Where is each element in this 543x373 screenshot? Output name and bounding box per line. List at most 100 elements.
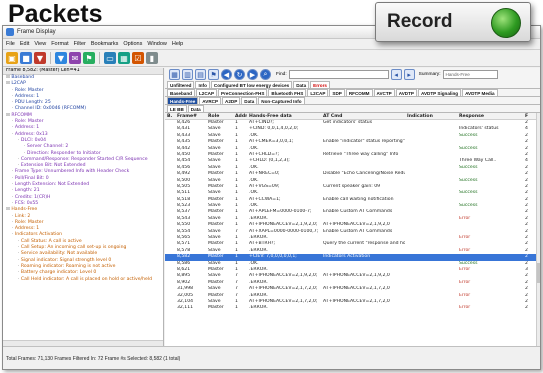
tree-node-label: Address: 1 bbox=[14, 125, 40, 131]
refresh-icon[interactable]: ↻ bbox=[234, 69, 245, 80]
tab-a2dp[interactable]: A2DP bbox=[222, 97, 241, 104]
tree-node-label: Poll/Final Bit: 0 bbox=[14, 175, 49, 181]
tree-node-label: Credits: 1(CR)H bbox=[14, 194, 51, 200]
tab-hands-free[interactable]: Hands-Free bbox=[167, 97, 199, 104]
tree-node-label: DLCI: 0x04 bbox=[20, 137, 47, 143]
tab-data[interactable]: Data bbox=[293, 81, 310, 88]
filter-icon[interactable]: ▼ bbox=[34, 52, 46, 64]
tab-non-captured-info[interactable]: Non-Captured Info bbox=[258, 97, 305, 104]
tree-node-label: Role: Master bbox=[14, 119, 44, 125]
grid-icon[interactable]: ▤ bbox=[195, 69, 206, 80]
tab-data[interactable]: Data bbox=[241, 97, 258, 104]
save-icon[interactable]: ■ bbox=[20, 52, 32, 64]
menu-item-edit[interactable]: Edit bbox=[20, 41, 29, 47]
tree-node-label: Address: 0x13 bbox=[14, 131, 48, 137]
table-row[interactable]: 32,111 Master 1 .ERROR. Error 2 bbox=[165, 305, 540, 311]
tab-rfcomm[interactable]: RFCOMM bbox=[345, 89, 373, 96]
menu-item-file[interactable]: File bbox=[6, 41, 15, 47]
tab-sdp[interactable]: SDP bbox=[329, 89, 345, 96]
tab-unfiltered[interactable]: Unfiltered bbox=[167, 81, 195, 88]
tab-l2cap[interactable]: L2CAP bbox=[307, 89, 329, 96]
menu-item-format[interactable]: Format bbox=[51, 41, 68, 47]
checkbox-icon[interactable]: ☑ bbox=[132, 52, 144, 64]
summary-label: Summary: bbox=[418, 72, 441, 77]
layout-icon[interactable]: ▦ bbox=[169, 69, 180, 80]
tab-avctp[interactable]: AVCTP bbox=[373, 89, 395, 96]
tab-baseband[interactable]: Baseband bbox=[167, 89, 195, 96]
columns-icon[interactable]: ▥ bbox=[182, 69, 193, 80]
column-header[interactable]: AT Cmd bbox=[321, 113, 405, 119]
menu-item-view[interactable]: View bbox=[34, 41, 46, 47]
status-bar: Total Frames: 71,130 Frames Filtered In:… bbox=[3, 346, 540, 369]
chart-icon[interactable]: ▮ bbox=[146, 52, 158, 64]
menu-item-bookmarks[interactable]: Bookmarks bbox=[91, 41, 119, 47]
frame-display-window: Frame Display File Edit View Format Filter Bo… bbox=[2, 25, 541, 370]
tree-node-label: Link: 2 bbox=[14, 213, 31, 219]
tab-le-bb[interactable]: LE BB bbox=[167, 105, 187, 112]
tree-node-label: Hands-Free bbox=[11, 207, 38, 213]
tree-node-label: Length Extension: Not Extended bbox=[14, 182, 90, 188]
tab-bluetooth-fhs[interactable]: Bluetooth FHS bbox=[268, 89, 307, 96]
decoder-pane: Frame 8,582: (Master) Len=41 ⊟ Baseband ⊟… bbox=[3, 68, 164, 346]
main-toolbar: ▣ ■ ▼ ▼ ✉ ⚑ ▭ ▦ ☑ ▮ bbox=[3, 50, 540, 67]
tab-avdtp-signaling[interactable]: AVDTP Signaling bbox=[417, 89, 462, 96]
tree-node-label: Roaming indicator: Roaming is not active bbox=[20, 263, 116, 269]
tab-errors[interactable]: Errors bbox=[310, 81, 330, 88]
toolbar-separator bbox=[50, 52, 51, 64]
bookmark-icon[interactable]: ⚑ bbox=[208, 69, 219, 80]
column-header[interactable]: Role bbox=[206, 113, 233, 119]
find-label: Find: bbox=[276, 72, 287, 77]
record-indicator-led[interactable] bbox=[491, 8, 521, 38]
table-cell: 32,111 bbox=[177, 305, 194, 311]
tree-node-label: Direction: Responder to Initiator bbox=[26, 150, 101, 156]
forward-icon[interactable]: ▶ bbox=[247, 69, 258, 80]
app-icon bbox=[6, 28, 14, 36]
tree-node-label: Address: 1 bbox=[14, 226, 40, 232]
mail-icon[interactable]: ✉ bbox=[69, 52, 81, 64]
search-icon[interactable]: ⌕ bbox=[260, 69, 271, 80]
table-vertical-scrollbar[interactable] bbox=[536, 113, 540, 346]
tab-data[interactable]: Data bbox=[187, 105, 204, 112]
tree-node[interactable]: · Call Held indicator: A call is placed … bbox=[3, 277, 163, 283]
tab-row-3: Hands-Free AVRCP A2DP Data Non-Captured Info bbox=[165, 97, 540, 105]
table-header-row: B.Frame#RoleAddr.Hands-Free dataAT CmdIn… bbox=[165, 113, 540, 120]
find-next-icon[interactable]: ▸ bbox=[403, 69, 415, 80]
menu-item-help[interactable]: Help bbox=[172, 41, 183, 47]
bookmark-icon[interactable]: ⚑ bbox=[83, 52, 95, 64]
window-icon[interactable]: ▭ bbox=[104, 52, 116, 64]
table-icon[interactable]: ▦ bbox=[118, 52, 130, 64]
tab-info[interactable]: Info bbox=[195, 81, 210, 88]
column-header[interactable]: B. bbox=[165, 113, 175, 119]
back-icon[interactable]: ◀ bbox=[221, 69, 232, 80]
menu-item-options[interactable]: Options bbox=[123, 41, 142, 47]
window-title: Frame Display bbox=[17, 29, 56, 35]
find-previous-icon[interactable]: ◂ bbox=[390, 69, 402, 80]
column-header[interactable]: Frame# bbox=[175, 113, 206, 119]
tree-node-label: Channel ID: 0x0046 (RFCOMM) bbox=[14, 106, 87, 112]
find-input[interactable] bbox=[288, 70, 389, 79]
tree-node-label: Server Channel: 2 bbox=[26, 144, 69, 150]
tab-l2cap[interactable]: L2CAP bbox=[195, 89, 218, 96]
column-header[interactable]: Indication bbox=[405, 113, 457, 119]
menu-item-window[interactable]: Window bbox=[147, 41, 167, 47]
tab-avrcp[interactable]: AVRCP bbox=[199, 97, 222, 104]
tree-node-label: Call Held indicator: A call is placed on… bbox=[20, 276, 153, 282]
open-icon[interactable]: ▣ bbox=[6, 52, 18, 64]
menu-item-filter[interactable]: Filter bbox=[74, 41, 86, 47]
tree-node-label: Role: Master bbox=[14, 87, 44, 93]
funnel-icon[interactable]: ▼ bbox=[55, 52, 67, 64]
tree-node-label: Baseband bbox=[11, 75, 35, 80]
tab-avdtp[interactable]: AVDTP bbox=[395, 89, 417, 96]
tab-avdtp-media[interactable]: AVDTP Media bbox=[462, 89, 498, 96]
tab-preconnection-fhs[interactable]: PreConnection-FHS bbox=[218, 89, 268, 96]
tab-row-2: Baseband L2CAP PreConnection-FHS Bluetooth … bbox=[165, 89, 540, 97]
column-header[interactable]: Hands-Free data bbox=[247, 113, 321, 119]
column-header[interactable]: Response bbox=[457, 113, 523, 119]
summary-select[interactable]: Hands-Free bbox=[442, 70, 498, 79]
scrollbar-thumb[interactable] bbox=[537, 263, 540, 283]
tab-row-4: LE BB Data bbox=[165, 105, 540, 113]
tree-node-label: Length: 21 bbox=[14, 188, 40, 194]
tree-node-label: PDU Length: 25 bbox=[14, 100, 51, 106]
tab-configured-bt-low-energy-devices[interactable]: Configured BT low energy devices bbox=[210, 81, 293, 88]
column-header[interactable]: Addr. bbox=[233, 113, 247, 119]
